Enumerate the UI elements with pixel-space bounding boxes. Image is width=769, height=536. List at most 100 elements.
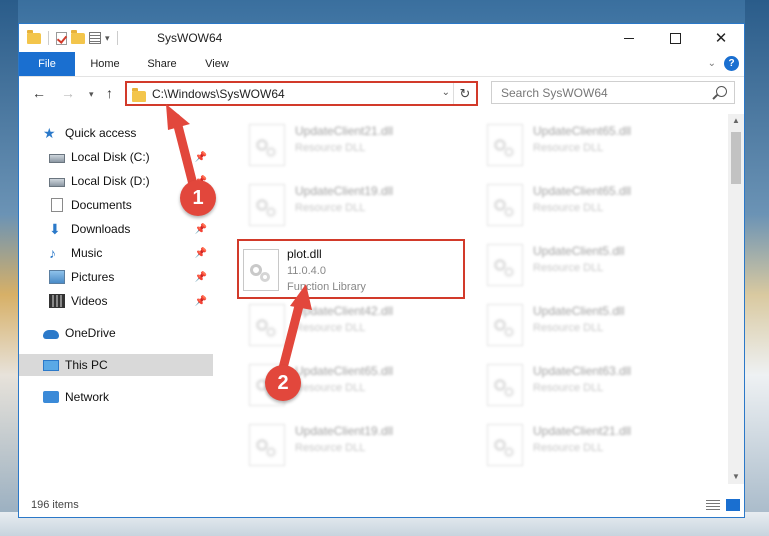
file-name: UpdateClient65.dll <box>533 184 632 198</box>
file-name: UpdateClient5.dll <box>533 244 625 258</box>
file-item[interactable]: UpdateClient65.dll Resource DLL <box>479 178 699 230</box>
file-item[interactable]: UpdateClient19.dll Resource DLL <box>241 178 461 230</box>
toolbar-separator <box>116 31 118 45</box>
file-name: UpdateClient63.dll <box>533 364 632 378</box>
file-item[interactable]: UpdateClient19.dll Resource DLL <box>241 418 461 470</box>
dll-file-icon <box>487 244 523 286</box>
pin-icon[interactable]: 📌 <box>195 248 207 259</box>
file-item[interactable]: UpdateClient5.dll Resource DLL <box>479 298 699 350</box>
back-button[interactable]: ← <box>32 85 46 101</box>
nav-item-videos[interactable]: Videos 📌 <box>19 290 213 312</box>
file-item[interactable]: UpdateClient65.dll Resource DLL <box>479 118 699 170</box>
customize-toolbar-chevron-icon[interactable]: ▾ <box>105 33 110 44</box>
window-title: SysWOW64 <box>157 31 223 45</box>
search-box[interactable] <box>491 81 735 104</box>
scrollbar-thumb[interactable] <box>731 132 741 184</box>
expand-ribbon-chevron-icon[interactable]: ⌄ <box>708 58 716 69</box>
properties-icon[interactable] <box>89 32 101 44</box>
tab-view[interactable]: View <box>195 52 239 76</box>
maximize-button[interactable] <box>652 24 698 52</box>
address-dropdown-chevron-icon[interactable]: ⌄ <box>442 87 450 98</box>
nav-item-onedrive[interactable]: OneDrive <box>19 322 213 344</box>
file-item[interactable]: UpdateClient63.dll Resource DLL <box>479 358 699 410</box>
tab-file[interactable]: File <box>19 52 75 76</box>
file-type: Resource DLL <box>295 202 366 214</box>
address-bar[interactable]: C:\Windows\SysWOW64 ⌄ ↻ <box>125 81 478 106</box>
nav-item-downloads[interactable]: ⬇ Downloads 📌 <box>19 218 213 240</box>
dll-file-icon <box>487 124 523 166</box>
nav-item-label: Pictures <box>71 270 115 284</box>
nav-item-quick-access[interactable]: ★ Quick access <box>19 122 213 144</box>
file-type: Resource DLL <box>533 262 604 274</box>
pin-icon[interactable]: 📌 <box>195 152 207 163</box>
file-item-plot-dll[interactable]: plot.dll 11.0.4.0 Function Library <box>237 239 465 299</box>
scroll-down-icon[interactable]: ▼ <box>728 470 744 484</box>
folder-icon <box>27 29 41 44</box>
navigation-bar: ← → ▾ ↑ C:\Windows\SysWOW64 ⌄ ↻ <box>19 77 744 111</box>
nav-item-music[interactable]: ♪ Music 📌 <box>19 242 213 264</box>
nav-item-label: Music <box>71 246 103 260</box>
file-name: UpdateClient19.dll <box>295 184 394 198</box>
file-version: 11.0.4.0 <box>287 265 326 277</box>
title-bar: ▾ SysWOW64 ✕ <box>19 24 744 52</box>
nav-item-label: Downloads <box>71 222 131 236</box>
file-item[interactable]: UpdateClient21.dll Resource DLL <box>241 118 461 170</box>
file-name: UpdateClient65.dll <box>295 364 394 378</box>
ribbon-tabs: File Home Share View ⌄ ? <box>19 52 744 77</box>
refresh-button[interactable]: ↻ <box>453 83 476 104</box>
maximize-icon <box>669 32 681 44</box>
search-input[interactable] <box>499 85 703 101</box>
nav-item-label: Local Disk (D:) <box>71 174 150 188</box>
file-item[interactable]: UpdateClient5.dll Resource DLL <box>479 238 699 290</box>
nav-item-local-disk-c[interactable]: Local Disk (C:) 📌 <box>19 146 213 168</box>
nav-item-this-pc[interactable]: This PC <box>19 354 213 376</box>
nav-item-pictures[interactable]: Pictures 📌 <box>19 266 213 288</box>
address-path[interactable]: C:\Windows\SysWOW64 <box>152 87 285 101</box>
help-icon[interactable]: ? <box>724 56 739 71</box>
minimize-icon <box>624 37 634 39</box>
file-type: Resource DLL <box>295 442 366 454</box>
file-list: UpdateClient21.dll Resource DLL UpdateCl… <box>231 114 725 484</box>
close-button[interactable]: ✕ <box>698 24 744 52</box>
explorer-window: ▾ SysWOW64 ✕ File Home Share View ⌄ ? ← … <box>18 23 745 518</box>
minimize-button[interactable] <box>606 24 652 52</box>
pin-icon[interactable]: 📌 <box>195 296 207 307</box>
nav-item-label: OneDrive <box>65 326 116 340</box>
recent-locations-button[interactable]: ▾ <box>89 89 94 100</box>
dll-file-icon <box>487 184 523 226</box>
forward-button[interactable]: → <box>61 85 75 101</box>
tab-home[interactable]: Home <box>81 52 129 76</box>
nav-item-network[interactable]: Network <box>19 386 213 408</box>
properties-check-icon[interactable] <box>56 31 67 45</box>
file-item[interactable]: UpdateClient21.dll Resource DLL <box>479 418 699 470</box>
file-type: Function Library <box>287 281 366 293</box>
tab-share[interactable]: Share <box>137 52 187 76</box>
up-button[interactable]: ↑ <box>106 85 113 101</box>
scroll-up-icon[interactable]: ▲ <box>728 114 744 128</box>
file-type: Resource DLL <box>533 202 604 214</box>
dll-file-icon <box>249 424 285 466</box>
file-type: Resource DLL <box>533 382 604 394</box>
item-count: 196 items <box>31 499 79 511</box>
disk-icon <box>49 154 65 163</box>
network-icon <box>43 391 59 403</box>
status-bar: 196 items <box>19 495 744 517</box>
details-view-icon[interactable] <box>706 500 720 511</box>
nav-item-label: Local Disk (C:) <box>71 150 150 164</box>
file-name: plot.dll <box>287 247 322 261</box>
nav-item-label: Videos <box>71 294 108 308</box>
nav-item-label: Quick access <box>65 126 137 140</box>
vertical-scrollbar[interactable]: ▲ ▼ <box>728 114 744 484</box>
pin-icon[interactable]: 📌 <box>195 272 207 283</box>
pin-icon[interactable]: 📌 <box>195 224 207 235</box>
file-item[interactable]: UpdateClient42.dll Resource DLL <box>241 298 461 350</box>
dll-file-icon <box>243 249 279 291</box>
search-icon[interactable] <box>716 86 727 97</box>
nav-item-label: Documents <box>71 198 132 212</box>
desktop-wallpaper-left <box>0 0 18 536</box>
document-icon <box>51 198 63 212</box>
file-type: Resource DLL <box>533 142 604 154</box>
step-2-badge: 2 <box>265 365 301 401</box>
new-folder-icon[interactable] <box>71 29 85 44</box>
tiles-view-icon[interactable] <box>726 499 740 511</box>
